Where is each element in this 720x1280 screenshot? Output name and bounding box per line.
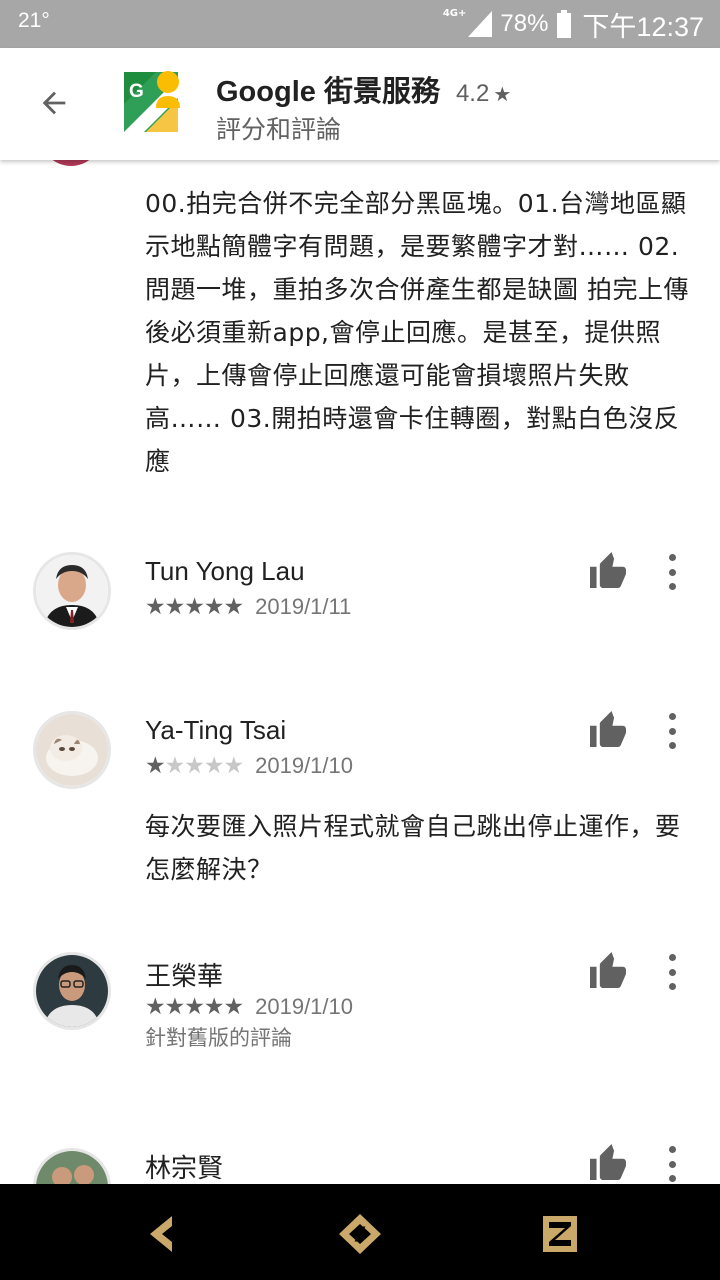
status-icons: 4G+ 78% 下午12:37 [443, 6, 704, 42]
star-filled-icon: ★ [184, 994, 205, 1020]
star-rating: ★★★★★ [145, 594, 245, 620]
review-text: 00.拍完合併不完全部分黑區塊。01.台灣地區顯示地點簡體字有問題，是要繁體字才… [145, 189, 689, 476]
review-date: 2019/1/10 [255, 994, 353, 1019]
star-filled-icon: ★ [184, 594, 205, 620]
star-rating: ★★★★★ [145, 994, 245, 1020]
star-filled-icon: ★ [164, 994, 186, 1020]
avatar [33, 952, 111, 1030]
signal-icon [468, 11, 493, 37]
more-options-button[interactable] [660, 952, 684, 992]
legacy-version-note: 針對舊版的評論 [145, 1026, 292, 1050]
thumbs-up-icon[interactable] [588, 1144, 628, 1180]
app-rating: 4.2 [455, 80, 490, 107]
back-button[interactable] [22, 73, 86, 133]
network-type-label: 4G+ [442, 8, 467, 19]
app-name: Google 街景服務 [216, 76, 440, 108]
star-filled-icon: ★ [223, 594, 245, 620]
app-header: G Google 街景服務 4.2 ★ 評分和評論 [0, 48, 720, 160]
clock: 下午12:37 [582, 11, 704, 42]
battery-percent: 78% [500, 10, 549, 37]
review-meta: ★★★★★ 2019/1/11 [145, 594, 351, 620]
star-filled-icon: ★ [145, 994, 166, 1020]
star-empty-icon: ★ [203, 753, 225, 779]
star-empty-icon: ★ [184, 753, 205, 779]
nav-back-icon[interactable] [136, 1212, 186, 1256]
battery-icon [557, 10, 572, 38]
star-filled-icon: ★ [145, 594, 166, 620]
street-view-app-icon: G [124, 71, 180, 132]
svg-text:G: G [129, 81, 144, 102]
star-empty-icon: ★ [223, 753, 245, 779]
review-author: Ya-Ting Tsai [145, 715, 287, 745]
nav-home-icon[interactable] [335, 1212, 385, 1256]
star-filled-icon: ★ [223, 994, 245, 1020]
more-options-button[interactable] [660, 1144, 684, 1184]
avatar [33, 1148, 111, 1184]
thumbs-up-icon[interactable] [588, 952, 628, 988]
review-meta: ★★★★★ 2019/1/10 [145, 753, 353, 779]
status-bar: 21° 4G+ 78% 下午12:37 [0, 0, 720, 48]
review-date: 2019/1/11 [255, 594, 352, 619]
avatar [40, 160, 102, 166]
avatar [33, 552, 111, 630]
navigation-bar [0, 1184, 720, 1280]
rating-star-icon: ★ [493, 82, 512, 106]
page-subtitle: 評分和評論 [216, 115, 342, 144]
avatar [33, 711, 111, 789]
more-options-button[interactable] [660, 711, 684, 751]
app-title-row: Google 街景服務 4.2 ★ [216, 68, 511, 110]
nav-recents-icon[interactable] [535, 1212, 585, 1256]
star-rating: ★★★★★ [145, 753, 245, 779]
star-empty-icon: ★ [164, 753, 186, 779]
thumbs-up-icon[interactable] [588, 711, 628, 747]
star-filled-icon: ★ [203, 994, 225, 1020]
review-text: 每次要匯入照片程式就會自己跳出停止運作，要怎麼解決？ [145, 812, 681, 884]
star-filled-icon: ★ [145, 753, 166, 779]
review-author: Tun Yong Lau [145, 556, 305, 586]
arrow-left-icon [42, 91, 66, 115]
review-date: 2019/1/10 [255, 753, 353, 778]
review-author: 林宗賢 [145, 1153, 224, 1183]
review-meta: ★★★★★ 2019/1/10 [145, 994, 353, 1020]
star-filled-icon: ★ [203, 594, 225, 620]
star-filled-icon: ★ [164, 594, 186, 620]
reviews-list[interactable]: 00.拍完合併不完全部分黑區塊。01.台灣地區顯示地點簡體字有問題，是要繁體字才… [0, 160, 720, 1184]
thumbs-up-icon[interactable] [588, 552, 628, 588]
more-options-button[interactable] [660, 552, 684, 592]
temperature-label: 21° [18, 9, 50, 32]
review-author: 王榮華 [145, 961, 224, 991]
